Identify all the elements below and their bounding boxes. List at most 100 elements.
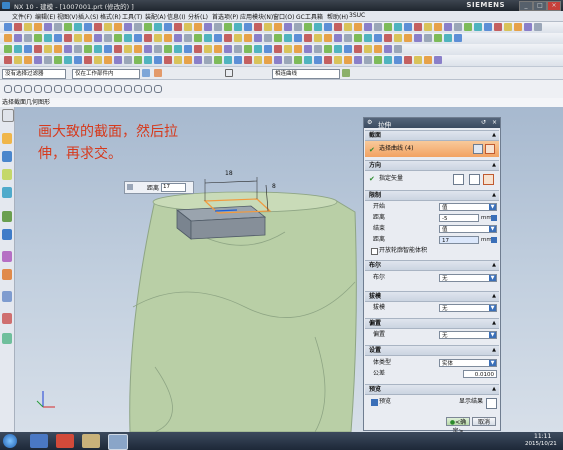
toolbar-tool-icon[interactable] xyxy=(244,23,252,31)
toolbar-tool-icon[interactable] xyxy=(314,45,322,53)
maximize-button[interactable]: □ xyxy=(533,1,547,11)
menu-window[interactable]: 窗口(O) xyxy=(273,12,294,21)
toolbar-tool-icon[interactable] xyxy=(244,56,252,64)
toolbar-tool-icon[interactable] xyxy=(174,34,182,42)
toolbar-tool-icon[interactable] xyxy=(24,34,32,42)
toolbar-tool-icon[interactable] xyxy=(344,56,352,64)
toolbar-tool-icon[interactable] xyxy=(374,23,382,31)
menu-help[interactable]: 帮助(H) xyxy=(327,12,348,21)
section-header-limits[interactable]: 限制 ▲ xyxy=(365,190,499,201)
toolbar-tool-icon[interactable] xyxy=(334,45,342,53)
toolbar-tool-icon[interactable] xyxy=(4,56,12,64)
toolbar-tool-icon[interactable] xyxy=(64,34,72,42)
toolbar-tool-icon[interactable] xyxy=(324,23,332,31)
toolbar-tool-icon[interactable] xyxy=(64,23,72,31)
menu-edit[interactable]: 编辑(E) xyxy=(35,12,55,21)
snap-point-icon[interactable] xyxy=(154,85,162,93)
toolbar-tool-icon[interactable] xyxy=(44,56,52,64)
assembly-navigator-icon[interactable] xyxy=(2,133,12,144)
toolbar-tool-icon[interactable] xyxy=(434,23,442,31)
toolbar-tool-icon[interactable] xyxy=(114,45,122,53)
toolbar-tool-icon[interactable] xyxy=(114,34,122,42)
type-filter-dropdown[interactable]: 没有选择过滤器 xyxy=(2,69,66,79)
toolbar-tool-icon[interactable] xyxy=(324,34,332,42)
snap-point-icon[interactable] xyxy=(14,85,22,93)
toolbar-tool-icon[interactable] xyxy=(314,34,322,42)
toolbar-tool-icon[interactable] xyxy=(324,56,332,64)
roles-icon[interactable] xyxy=(2,313,12,324)
toolbar-tool-icon[interactable] xyxy=(34,23,42,31)
height-dimension-label[interactable]: 8 xyxy=(272,183,276,190)
close-button[interactable]: × xyxy=(547,1,561,11)
toolbar-tool-icon[interactable] xyxy=(194,56,202,64)
toolbar-tool-icon[interactable] xyxy=(124,23,132,31)
toolbar-tool-icon[interactable] xyxy=(484,23,492,31)
constraint-navigator-icon[interactable] xyxy=(2,151,12,162)
toolbar-tool-icon[interactable] xyxy=(14,23,22,31)
distance-1-input[interactable]: -5 xyxy=(439,214,479,222)
toolbar-tool-icon[interactable] xyxy=(304,34,312,42)
toolbar-tool-icon[interactable] xyxy=(174,23,182,31)
toolbar-tool-icon[interactable] xyxy=(74,23,82,31)
toolbar-tool-icon[interactable] xyxy=(374,45,382,53)
toolbar-tool-icon[interactable] xyxy=(504,23,512,31)
draft-select[interactable]: 无 ▼ xyxy=(439,304,497,312)
toolbar-tool-icon[interactable] xyxy=(364,45,372,53)
distance-2-input[interactable]: 17 xyxy=(439,236,479,244)
snap-point-icon[interactable] xyxy=(34,85,42,93)
toolbar-tool-icon[interactable] xyxy=(264,45,272,53)
toolbar-tool-icon[interactable] xyxy=(204,34,212,42)
toolbar-tool-icon[interactable] xyxy=(424,56,432,64)
toolbar-tool-icon[interactable] xyxy=(134,56,142,64)
dropdown-arrow-icon[interactable] xyxy=(491,237,497,243)
toolbar-tool-icon[interactable] xyxy=(234,56,242,64)
toolbar-tool-icon[interactable] xyxy=(54,34,62,42)
toolbar-tool-icon[interactable] xyxy=(224,34,232,42)
toolbar-tool-icon[interactable] xyxy=(454,23,462,31)
toolbar-tool-icon[interactable] xyxy=(234,45,242,53)
distance-mini-input[interactable]: 17 xyxy=(161,183,186,192)
ok-button[interactable]: ●<确定> xyxy=(446,417,470,435)
toolbar-tool-icon[interactable] xyxy=(304,23,312,31)
toolbar-tool-icon[interactable] xyxy=(134,34,142,42)
toolbar-tool-icon[interactable] xyxy=(184,56,192,64)
select-curve-row[interactable]: ✔ 选择曲线 (4) xyxy=(365,141,499,157)
open-profile-checkbox[interactable] xyxy=(371,248,378,255)
toolbar-tool-icon[interactable] xyxy=(374,34,382,42)
boolean-select[interactable]: 无 ▼ xyxy=(439,274,497,282)
toolbar-tool-icon[interactable] xyxy=(194,45,202,53)
toolbar-tool-icon[interactable] xyxy=(364,56,372,64)
toolbar-tool-icon[interactable] xyxy=(434,34,442,42)
toolbar-tool-icon[interactable] xyxy=(384,45,392,53)
toolbar-tool-icon[interactable] xyxy=(224,23,232,31)
toolbar-tool-icon[interactable] xyxy=(344,23,352,31)
toolbar-tool-icon[interactable] xyxy=(164,23,172,31)
toolbar-tool-icon[interactable] xyxy=(44,34,52,42)
toolbar-tool-icon[interactable] xyxy=(414,56,422,64)
scope-dropdown[interactable]: 仅在工作部件内 xyxy=(72,69,140,79)
toolbar-tool-icon[interactable] xyxy=(84,34,92,42)
toolbar-tool-icon[interactable] xyxy=(14,56,22,64)
toolbar-tool-icon[interactable] xyxy=(54,45,62,53)
snap-point-icon[interactable] xyxy=(44,85,52,93)
toolbar-tool-icon[interactable] xyxy=(274,56,282,64)
toolbar-tool-icon[interactable] xyxy=(404,34,412,42)
offset-select[interactable]: 无 ▼ xyxy=(439,331,497,339)
toolbar-tool-icon[interactable] xyxy=(514,23,522,31)
toolbar-tool-icon[interactable] xyxy=(264,34,272,42)
system-scene-icon[interactable] xyxy=(2,333,12,344)
taskbar-app-1-icon[interactable] xyxy=(30,434,48,448)
body-type-select[interactable]: 实体 ▼ xyxy=(439,359,497,367)
menu-gc-toolbox[interactable]: GC工具箱 xyxy=(296,12,323,21)
toolbar-tool-icon[interactable] xyxy=(184,34,192,42)
section-header-boolean[interactable]: 布尔 ▲ xyxy=(365,260,499,271)
toolbar-tool-icon[interactable] xyxy=(394,56,402,64)
settings-icon[interactable] xyxy=(2,109,14,122)
toolbar-tool-icon[interactable] xyxy=(274,23,282,31)
toolbar-tool-icon[interactable] xyxy=(364,23,372,31)
dialog-close-icon[interactable]: × xyxy=(492,119,497,126)
toolbar-tool-icon[interactable] xyxy=(254,34,262,42)
preview-checkbox[interactable] xyxy=(371,399,378,406)
chain-icon[interactable] xyxy=(342,69,350,77)
toolbar-tool-icon[interactable] xyxy=(14,45,22,53)
